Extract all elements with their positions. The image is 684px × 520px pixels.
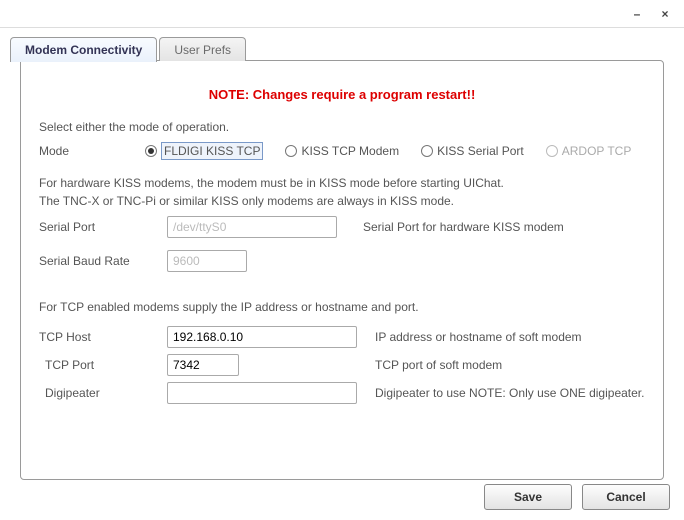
tcp-port-input[interactable] [167,354,239,376]
serial-port-hint: Serial Port for hardware KISS modem [363,220,564,234]
mode-radio-ardop-label: ARDOP TCP [562,144,632,158]
mode-radio-kisstcp[interactable]: KISS TCP Modem [285,144,399,158]
tcp-host-input[interactable] [167,326,357,348]
mode-radio-fldigi[interactable]: FLDIGI KISS TCP [145,142,263,160]
mode-radio-kissserial-label: KISS Serial Port [437,144,524,158]
tab-row: Modem Connectivity User Prefs [10,36,674,61]
digipeater-hint: Digipeater to use NOTE: Only use ONE dig… [375,386,644,400]
window-titlebar: – × [0,0,684,28]
digipeater-input[interactable] [167,382,357,404]
modem-connectivity-panel: NOTE: Changes require a program restart!… [20,60,664,480]
digipeater-label: Digipeater [39,386,167,400]
serial-baud-label: Serial Baud Rate [39,254,167,268]
mode-radio-ardop: ARDOP TCP [546,144,632,158]
mode-radio-kissserial[interactable]: KISS Serial Port [421,144,524,158]
hw-note-line2: The TNC-X or TNC-Pi or similar KISS only… [39,194,454,208]
mode-radio-kisstcp-label: KISS TCP Modem [301,144,399,158]
button-bar: Save Cancel [484,484,670,510]
mode-instruction: Select either the mode of operation. [39,118,645,136]
save-button[interactable]: Save [484,484,572,510]
cancel-button[interactable]: Cancel [582,484,670,510]
mode-radio-fldigi-label: FLDIGI KISS TCP [161,142,263,160]
tab-user-prefs[interactable]: User Prefs [159,37,246,61]
mode-radio-group: FLDIGI KISS TCP KISS TCP Modem KISS Seri… [145,142,631,160]
hw-note-line1: For hardware KISS modems, the modem must… [39,176,504,190]
tcp-note: For TCP enabled modems supply the IP add… [39,298,645,316]
tcp-port-label: TCP Port [39,358,167,372]
radio-icon [145,145,157,157]
hw-note: For hardware KISS modems, the modem must… [39,174,645,210]
restart-notice: NOTE: Changes require a program restart!… [39,87,645,102]
serial-port-label: Serial Port [39,220,167,234]
minimize-icon[interactable]: – [632,9,642,19]
tcp-port-hint: TCP port of soft modem [375,358,502,372]
tab-modem-connectivity[interactable]: Modem Connectivity [10,37,157,62]
close-icon[interactable]: × [660,9,670,19]
mode-label: Mode [39,144,145,158]
radio-icon [421,145,433,157]
radio-icon [285,145,297,157]
tcp-host-label: TCP Host [39,330,167,344]
radio-icon [546,145,558,157]
serial-port-input [167,216,337,238]
serial-baud-input [167,250,247,272]
tcp-host-hint: IP address or hostname of soft modem [375,330,582,344]
